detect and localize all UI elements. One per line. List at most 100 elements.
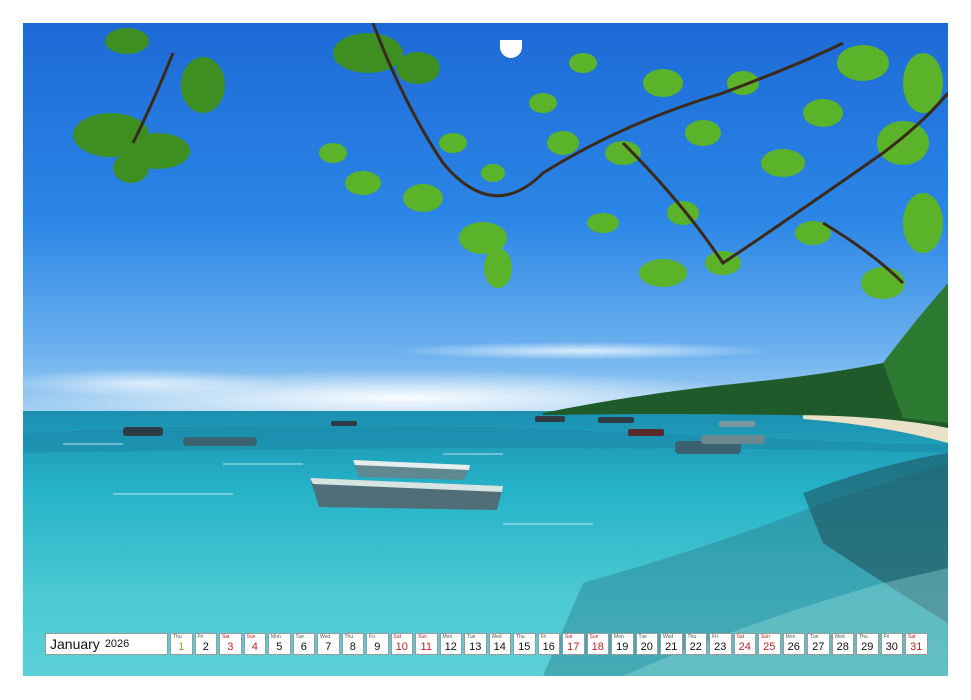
day-number: 9 — [374, 641, 381, 653]
day-of-week: Tue — [638, 634, 647, 640]
day-of-week: Thu — [516, 634, 525, 640]
day-of-week: Fri — [197, 634, 204, 640]
day-number: 5 — [276, 641, 283, 653]
day-of-week: Wed — [491, 634, 502, 640]
day-of-week: Mon — [442, 634, 453, 640]
day-of-week: Tue — [467, 634, 476, 640]
day-of-week: Sat — [222, 634, 230, 640]
calendar-strip: January 2026 Thu 1 Fri 2 Sat 3 Sun 4 Mon 5 Tue 6 Wed… — [45, 633, 930, 655]
day-cell: Tue 27 — [807, 633, 830, 655]
month-year: 2026 — [104, 638, 130, 650]
day-number: 4 — [251, 641, 258, 653]
day-number: 17 — [567, 641, 580, 653]
day-number: 26 — [787, 641, 800, 653]
day-number: 12 — [444, 641, 457, 653]
beach-scene — [23, 23, 948, 676]
day-of-week: Tue — [295, 634, 304, 640]
day-cell: Sun 25 — [758, 633, 781, 655]
day-cell: Sat 17 — [562, 633, 585, 655]
day-cell: Wed 14 — [488, 633, 511, 655]
day-cell: Thu 8 — [341, 633, 364, 655]
day-number: 3 — [227, 641, 234, 653]
day-cell: Sat 31 — [905, 633, 928, 655]
day-number: 31 — [910, 641, 923, 653]
day-number: 21 — [665, 641, 678, 653]
month-label: January 2026 — [45, 633, 168, 655]
day-number: 24 — [738, 641, 751, 653]
day-cell: Thu 1 — [170, 633, 193, 655]
day-number: 22 — [689, 641, 702, 653]
day-number: 13 — [469, 641, 482, 653]
day-of-week: Tue — [810, 634, 819, 640]
month-name: January — [50, 636, 100, 652]
day-of-week: Sat — [393, 634, 402, 640]
day-cell: Wed 28 — [831, 633, 854, 655]
day-number: 25 — [763, 641, 776, 653]
day-of-week: Wed — [834, 634, 845, 640]
day-cell: Sun 11 — [415, 633, 438, 655]
day-number: 8 — [349, 641, 356, 653]
day-cell: Tue 20 — [635, 633, 658, 655]
day-cell: Fri 16 — [537, 633, 560, 655]
day-cell: Fri 2 — [194, 633, 217, 655]
day-cell: Sat 10 — [390, 633, 413, 655]
day-number: 27 — [812, 641, 825, 653]
day-cell: Fri 9 — [366, 633, 389, 655]
day-number: 18 — [591, 641, 604, 653]
day-cell: Sat 24 — [733, 633, 756, 655]
day-of-week: Wed — [663, 634, 674, 640]
day-cell: Thu 15 — [513, 633, 536, 655]
day-cell: Wed 21 — [660, 633, 683, 655]
day-cell: Fri 23 — [709, 633, 732, 655]
day-of-week: Thu — [344, 634, 354, 640]
day-of-week: Sun — [761, 634, 770, 640]
day-cell: Thu 22 — [684, 633, 707, 655]
day-of-week: Thu — [859, 634, 868, 640]
day-of-week: Sun — [418, 634, 427, 640]
day-cell: Mon 12 — [439, 633, 462, 655]
day-number: 28 — [836, 641, 849, 653]
day-cell: Mon 26 — [782, 633, 805, 655]
day-of-week: Fri — [712, 634, 718, 640]
day-cell: Mon 19 — [611, 633, 634, 655]
day-number: 16 — [542, 641, 555, 653]
day-cell: Thu 29 — [856, 633, 879, 655]
day-number: 30 — [885, 641, 898, 653]
day-of-week: Mon — [785, 634, 796, 640]
day-of-week: Sun — [246, 634, 256, 640]
day-cell: Sat 3 — [219, 633, 242, 655]
day-number: 14 — [493, 641, 506, 653]
day-of-week: Thu — [687, 634, 697, 640]
day-cell: Wed 7 — [317, 633, 340, 655]
day-cell: Tue 13 — [464, 633, 487, 655]
day-of-week: Sat — [565, 634, 573, 640]
day-number: 11 — [420, 641, 432, 653]
day-cell: Mon 5 — [268, 633, 291, 655]
day-number: 23 — [714, 641, 727, 653]
day-of-week: Mon — [271, 634, 281, 640]
day-number: 15 — [518, 641, 531, 653]
day-of-week: Sat — [736, 634, 745, 640]
calendar-photo — [23, 23, 948, 676]
day-of-week: Wed — [320, 634, 331, 640]
day-number: 29 — [861, 641, 874, 653]
day-number: 2 — [202, 641, 209, 653]
day-of-week: Sat — [908, 634, 916, 640]
day-cell: Tue 6 — [292, 633, 315, 655]
day-of-week: Fri — [540, 634, 547, 640]
day-cell: Fri 30 — [880, 633, 903, 655]
day-number: 10 — [395, 641, 408, 653]
day-of-week: Thu — [173, 634, 182, 640]
day-of-week: Mon — [614, 634, 624, 640]
day-cell: Sun 18 — [586, 633, 609, 655]
day-of-week: Sun — [589, 634, 599, 640]
day-number: 7 — [325, 641, 332, 653]
day-cell: Sun 4 — [243, 633, 266, 655]
day-of-week: Fri — [369, 634, 375, 640]
day-number: 1 — [178, 641, 185, 653]
day-number: 6 — [300, 641, 307, 653]
day-cells: Thu 1 Fri 2 Sat 3 Sun 4 Mon 5 Tue 6 Wed 7 Thu 8 Fri 9 Sat 1… — [170, 633, 930, 655]
day-number: 19 — [616, 641, 629, 653]
day-of-week: Fri — [883, 634, 890, 640]
day-number: 20 — [640, 641, 653, 653]
